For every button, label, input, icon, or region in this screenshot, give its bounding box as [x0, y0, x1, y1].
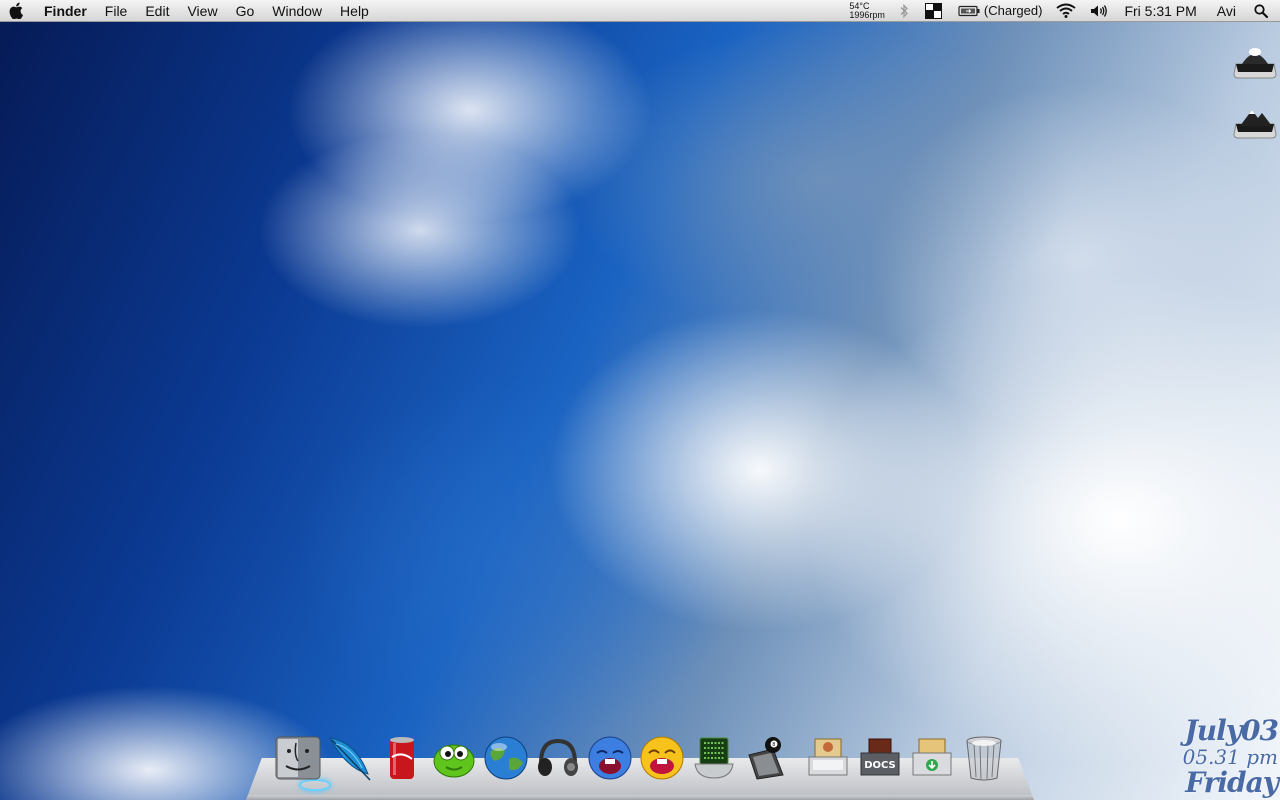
wifi-icon — [1056, 3, 1077, 18]
clock-widget-time: 05.31 pm — [1182, 745, 1278, 769]
menu-file[interactable]: File — [96, 0, 137, 22]
downloads-folder-icon — [912, 738, 952, 776]
battery-icon — [958, 5, 980, 16]
dock-item-trash[interactable] — [958, 732, 1010, 784]
dock-item-eight-ball[interactable]: 8 — [740, 732, 792, 784]
desktop-drive-1[interactable] — [1232, 42, 1278, 82]
wifi-menu[interactable] — [1048, 3, 1084, 18]
blue-face-icon — [588, 736, 632, 780]
menu-edit[interactable]: Edit — [136, 0, 178, 22]
dock-item-matrix-bowl[interactable] — [688, 732, 740, 784]
desktop-drive-2[interactable] — [1232, 102, 1278, 142]
dock: 8 DOCS — [272, 732, 1010, 784]
spaces-menu[interactable] — [915, 2, 952, 19]
volume-icon — [1091, 4, 1108, 17]
drive-icon — [1233, 48, 1277, 79]
clock-widget[interactable]: July03 05.31 pm Friday — [1182, 714, 1279, 799]
clock-widget-day: Friday — [1185, 766, 1279, 799]
user-menu[interactable]: Avi — [1207, 0, 1246, 22]
menubar-clock[interactable]: Fri 5:31 PM — [1114, 0, 1206, 22]
menu-help[interactable]: Help — [331, 0, 378, 22]
bluetooth-icon — [900, 3, 908, 18]
bluetooth-menu[interactable] — [893, 3, 915, 18]
spotlight-menu[interactable] — [1246, 3, 1280, 18]
menu-view[interactable]: View — [178, 0, 226, 22]
spaces-icon — [924, 2, 942, 19]
spotlight-icon — [1254, 3, 1268, 18]
dock-item-quill[interactable] — [324, 732, 376, 784]
dock-item-soda[interactable] — [376, 732, 428, 784]
dock-item-globe[interactable] — [480, 732, 532, 784]
menu-bar: Finder File Edit View Go Window Help 54°… — [0, 0, 1280, 22]
dock-item-docs[interactable]: DOCS — [854, 732, 906, 784]
volume-menu[interactable] — [1084, 4, 1114, 18]
pictures-folder-icon — [808, 738, 848, 776]
menu-go[interactable]: Go — [227, 0, 264, 22]
dock-item-yellow-face[interactable] — [636, 732, 688, 784]
battery-status: (Charged) — [983, 2, 1043, 18]
docs-folder-icon: DOCS — [860, 738, 900, 776]
dock-item-headphones[interactable] — [532, 732, 584, 784]
trash-icon — [966, 736, 1002, 781]
dock-item-blue-face[interactable] — [584, 732, 636, 784]
apple-menu[interactable] — [0, 0, 34, 22]
svg-text:8: 8 — [772, 742, 775, 748]
finder-icon — [275, 736, 321, 780]
docs-folder-label: DOCS — [864, 760, 896, 771]
apple-icon — [9, 2, 23, 19]
dock-item-green-monster[interactable] — [428, 732, 480, 784]
green-monster-icon — [433, 744, 475, 778]
battery-menu[interactable]: (Charged) — [952, 0, 1049, 22]
headphones-icon — [538, 738, 578, 776]
temperature-monitor[interactable]: 54°C 1996rpm — [841, 1, 893, 20]
clock-widget-date: July03 — [1184, 714, 1279, 747]
dock-item-downloads[interactable] — [906, 732, 958, 784]
eight-ball-icon: 8 — [748, 737, 784, 780]
matrix-bowl-icon — [694, 737, 734, 779]
menu-finder[interactable]: Finder — [34, 0, 96, 22]
dock-item-finder[interactable] — [272, 732, 324, 784]
yellow-face-icon — [640, 736, 684, 780]
globe-icon — [484, 736, 528, 780]
desktop-wallpaper — [0, 0, 1280, 800]
soda-can-icon — [390, 737, 414, 779]
drive-icon — [1233, 110, 1277, 139]
dock-item-pictures[interactable] — [802, 732, 854, 784]
quill-icon — [329, 737, 371, 781]
menu-window[interactable]: Window — [263, 0, 331, 22]
fan-speed-reading: 1996rpm — [849, 9, 885, 20]
